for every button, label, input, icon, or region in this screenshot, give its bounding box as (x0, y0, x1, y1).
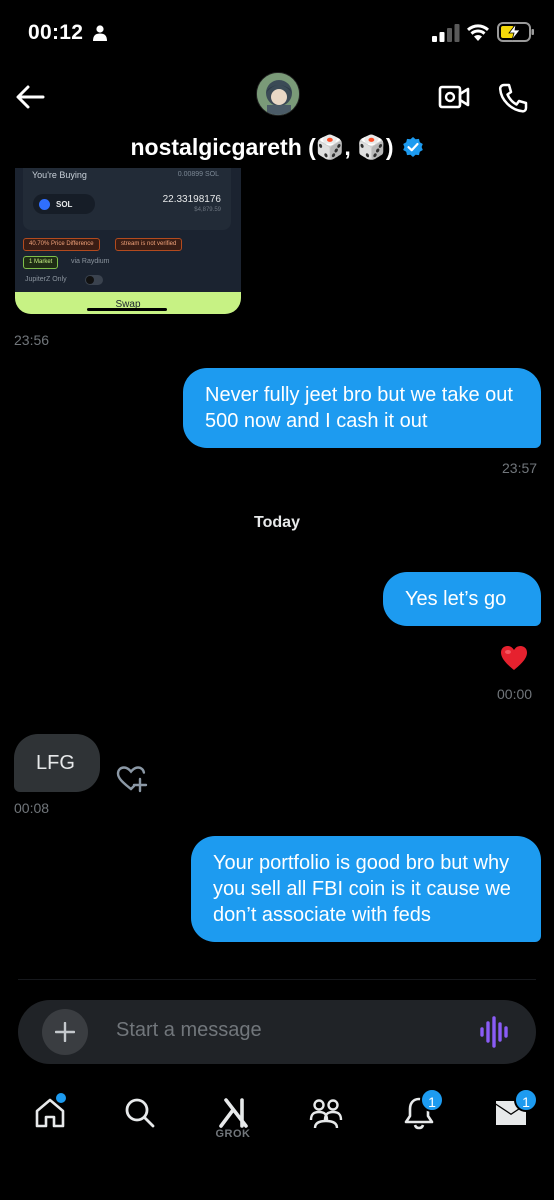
avatar[interactable] (256, 72, 300, 116)
communities-icon (309, 1099, 343, 1129)
token-symbol: SOL (56, 199, 73, 209)
outgoing-message[interactable]: Yes let’s go (383, 572, 541, 626)
grok-label: GROK (215, 1128, 251, 1140)
conversation-header: nostalgicgareth (🎲, 🎲) (0, 62, 554, 168)
tab-messages[interactable]: 1 (488, 1088, 538, 1144)
day-separator: Today (254, 514, 300, 531)
price-warning: 40.70% Price Difference (23, 238, 100, 251)
message-composer: Start a message (18, 979, 536, 1065)
swap-card: You're Buying 0.00899 SOL SOL 22.3319817… (23, 168, 231, 230)
status-bar: 00:12 (0, 0, 554, 62)
add-reaction-icon[interactable] (114, 764, 148, 794)
usd-value: $4,879.59 (194, 207, 221, 213)
incoming-message[interactable]: LFG (14, 734, 100, 792)
message-timestamp: 00:08 (14, 800, 50, 816)
notifications-badge: 1 (420, 1088, 444, 1112)
outgoing-message[interactable]: Your portfolio is good bro but why you s… (191, 836, 541, 942)
wifi-icon (467, 24, 489, 41)
message-thread[interactable]: You're Buying 0.00899 SOL SOL 22.3319817… (0, 168, 554, 980)
bottom-tab-bar: GROK 1 1 (0, 1082, 554, 1200)
home-notification-dot (56, 1093, 66, 1103)
shared-image-message[interactable]: You're Buying 0.00899 SOL SOL 22.3319817… (15, 168, 241, 314)
market-chip: 1 Market (23, 256, 59, 269)
tab-home[interactable] (27, 1092, 71, 1144)
heart-reaction-icon[interactable] (500, 645, 528, 671)
via-label: via Raydium (71, 258, 110, 265)
grok-icon (219, 1098, 248, 1128)
contact-name-row[interactable]: nostalgicgareth (🎲, 🎲) (0, 130, 554, 164)
status-time: 00:12 (28, 21, 84, 44)
message-timestamp: 00:00 (497, 686, 533, 702)
balance-label: 0.00899 SOL (177, 171, 219, 178)
person-icon (93, 25, 107, 41)
home-indicator (87, 308, 167, 311)
jupiterz-label: JupiterZ Only (25, 276, 67, 283)
voice-message-icon[interactable] (479, 1015, 509, 1049)
message-input[interactable]: Start a message (116, 1019, 262, 1042)
tab-notifications[interactable]: 1 (396, 1088, 444, 1144)
stream-warning: stream is not verified (115, 238, 183, 251)
message-timestamp: 23:57 (502, 460, 538, 476)
phone-call-icon[interactable] (498, 82, 528, 114)
jupiterz-toggle (85, 275, 103, 285)
token-selector: SOL (33, 194, 95, 214)
messages-badge: 1 (514, 1088, 538, 1112)
add-media-button[interactable] (42, 1009, 88, 1055)
contact-name: nostalgicgareth (🎲, 🎲) (130, 133, 394, 160)
verified-badge-icon (402, 137, 423, 157)
sol-coin-icon (39, 198, 50, 210)
plus-icon (55, 1022, 75, 1042)
search-icon (125, 1098, 155, 1128)
back-arrow-icon[interactable] (14, 82, 46, 112)
token-amount: 22.33198176 (162, 194, 221, 205)
video-call-icon[interactable] (438, 82, 470, 112)
outgoing-message[interactable]: Never fully jeet bro but we take out 500… (183, 368, 541, 448)
battery-charging-icon (497, 22, 534, 42)
tab-explore[interactable] (117, 1092, 161, 1144)
buying-label: You're Buying (32, 170, 87, 180)
tab-communities[interactable] (302, 1092, 346, 1144)
composer-box[interactable]: Start a message (18, 1000, 536, 1064)
message-timestamp: 23:56 (14, 332, 50, 348)
cellular-signal-icon (432, 24, 460, 42)
